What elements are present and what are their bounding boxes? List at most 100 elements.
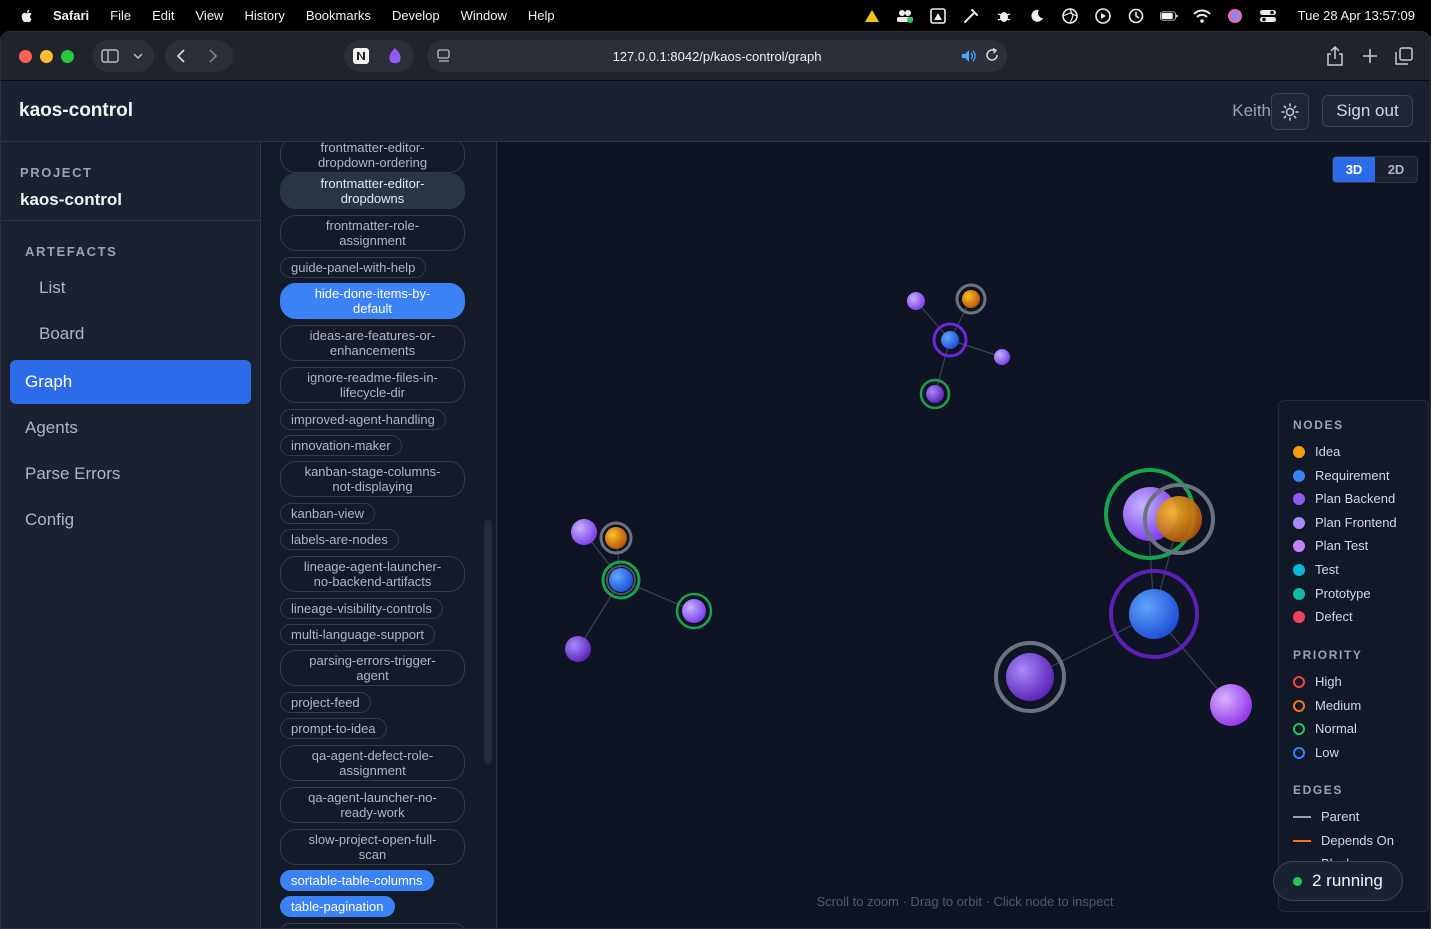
artefact-chip[interactable]: multi-language-support bbox=[280, 624, 435, 645]
control-center-icon[interactable] bbox=[1259, 8, 1277, 24]
back-arrow-icon[interactable] bbox=[165, 49, 197, 63]
chip-label-line: enhancements bbox=[329, 343, 416, 358]
graph-node[interactable] bbox=[1210, 684, 1252, 726]
artefact-chip[interactable]: slow-project-open-full-scan bbox=[280, 829, 465, 865]
artefact-chip[interactable]: improved-agent-handling bbox=[280, 409, 446, 430]
list-scrollbar[interactable] bbox=[484, 520, 492, 764]
graph-node[interactable] bbox=[994, 641, 1066, 713]
menubar-clock[interactable]: Tue 28 Apr 13:57:09 bbox=[1298, 8, 1415, 23]
moon-icon[interactable] bbox=[1028, 8, 1046, 24]
close-window-button[interactable] bbox=[19, 49, 32, 63]
artefact-chip-selected[interactable]: table-pagination bbox=[280, 896, 395, 917]
graph-node[interactable] bbox=[1109, 569, 1199, 659]
graph-node[interactable] bbox=[919, 378, 951, 410]
artefact-chip-selected[interactable]: hide-done-items-by-default bbox=[280, 283, 465, 319]
artefact-chip[interactable]: kanban-stage-columns-not-displaying bbox=[280, 461, 465, 497]
artefact-chip[interactable]: prompt-to-idea bbox=[280, 718, 387, 739]
sidebar-item-agents[interactable]: Agents bbox=[10, 406, 251, 450]
time-machine-icon[interactable] bbox=[1127, 8, 1145, 24]
menu-bookmarks[interactable]: Bookmarks bbox=[306, 8, 371, 23]
artefact-chip[interactable]: lineage-visibility-controls bbox=[280, 598, 443, 619]
menu-window[interactable]: Window bbox=[461, 8, 507, 23]
menu-app-name[interactable]: Safari bbox=[53, 8, 89, 23]
graph-node[interactable] bbox=[675, 592, 713, 630]
page-menu-icon[interactable] bbox=[437, 49, 451, 66]
app-header: kaos-control Keith Sign out bbox=[1, 81, 1430, 142]
graph-node[interactable] bbox=[932, 322, 968, 358]
graph-node[interactable] bbox=[565, 636, 591, 662]
people-icon[interactable] bbox=[896, 8, 914, 24]
sidebar-item-list[interactable]: List bbox=[10, 266, 251, 310]
graph-node[interactable] bbox=[571, 519, 597, 545]
siri-icon[interactable] bbox=[1226, 8, 1244, 24]
audio-playing-icon[interactable] bbox=[961, 49, 977, 66]
sidebar-item-parse-errors[interactable]: Parse Errors bbox=[10, 452, 251, 496]
artefact-chip[interactable]: kanban-view bbox=[280, 503, 375, 524]
artefact-chip[interactable] bbox=[280, 923, 465, 928]
graph-node[interactable] bbox=[907, 292, 925, 310]
menu-file[interactable]: File bbox=[110, 8, 131, 23]
new-tab-icon[interactable] bbox=[1362, 48, 1378, 69]
chip-label-line: qa-agent-launcher-no- bbox=[308, 790, 437, 805]
sidebar-toggle-icon[interactable] bbox=[92, 49, 128, 63]
minimize-window-button[interactable] bbox=[40, 49, 53, 63]
artefact-chip[interactable]: frontmatter-role-assignment bbox=[280, 215, 465, 251]
sidebar-item-board[interactable]: Board bbox=[10, 312, 251, 356]
artefact-chip[interactable]: guide-panel-with-help bbox=[280, 257, 427, 278]
tab-overview-icon[interactable] bbox=[1395, 47, 1413, 70]
menu-edit[interactable]: Edit bbox=[152, 8, 174, 23]
artefact-chip[interactable]: innovation-maker bbox=[280, 435, 402, 456]
apple-logo-icon[interactable] bbox=[19, 8, 35, 24]
artefact-chip[interactable]: ideas-are-features-or-enhancements bbox=[280, 325, 465, 361]
artefact-chip[interactable]: project-feed bbox=[280, 692, 371, 713]
artefact-chip[interactable]: ignore-readme-files-in-lifecycle-dir bbox=[280, 367, 465, 403]
forward-arrow-icon[interactable] bbox=[197, 49, 229, 63]
graph-node[interactable] bbox=[994, 349, 1010, 365]
purple-extension-icon[interactable] bbox=[378, 47, 412, 65]
artefact-chip-selected[interactable]: frontmatter-editor-dropdowns bbox=[280, 173, 465, 209]
battery-icon[interactable] bbox=[1159, 8, 1178, 24]
artefact-chip-selected[interactable]: sortable-table-columns bbox=[280, 870, 434, 891]
view-2d-button[interactable]: 2D bbox=[1375, 157, 1417, 182]
graph-node[interactable] bbox=[601, 560, 641, 600]
reload-icon[interactable] bbox=[985, 47, 999, 65]
artefact-chip[interactable]: qa-agent-launcher-no-ready-work bbox=[280, 787, 465, 823]
sidebar-item-config[interactable]: Config bbox=[10, 498, 251, 542]
graph-canvas[interactable]: 3D 2D NODES Idea Requirement Plan Backen… bbox=[498, 142, 1430, 928]
artefact-chip[interactable]: qa-agent-defect-role-assignment bbox=[280, 745, 465, 781]
wifi-icon[interactable] bbox=[1192, 8, 1211, 24]
sign-out-button[interactable]: Sign out bbox=[1322, 95, 1413, 127]
legend-nodes-heading: NODES bbox=[1293, 418, 1344, 432]
legend-label: Defect bbox=[1315, 609, 1353, 624]
menu-view[interactable]: View bbox=[196, 8, 224, 23]
app-title[interactable]: kaos-control bbox=[19, 100, 133, 122]
chevron-down-icon[interactable] bbox=[128, 53, 148, 59]
warning-icon[interactable] bbox=[863, 8, 881, 24]
legend-swatch bbox=[1293, 492, 1305, 505]
chip-label-line: hide-done-items-by- bbox=[314, 286, 431, 301]
tools-icon[interactable] bbox=[962, 8, 980, 24]
menu-develop[interactable]: Develop bbox=[392, 8, 440, 23]
menu-help[interactable]: Help bbox=[528, 8, 555, 23]
chip-label-line: ready-work bbox=[340, 805, 405, 820]
artefact-chip[interactable]: frontmatter-editor-dropdown-ordering bbox=[280, 142, 465, 173]
legend-swatch bbox=[1293, 722, 1305, 735]
artefact-chip[interactable]: labels-are-nodes bbox=[280, 529, 399, 550]
zoom-window-button[interactable] bbox=[61, 49, 74, 63]
menu-history[interactable]: History bbox=[244, 8, 284, 23]
sidebar-item-graph[interactable]: Graph bbox=[10, 360, 251, 404]
share-icon[interactable] bbox=[1326, 45, 1344, 71]
graph-node[interactable] bbox=[955, 283, 987, 315]
theme-toggle-button[interactable] bbox=[1271, 93, 1309, 130]
address-bar[interactable]: 127.0.0.1:8042/p/kaos-control/graph bbox=[427, 40, 1007, 72]
view-3d-button[interactable]: 3D bbox=[1333, 157, 1375, 182]
graph-controls-hint: Scroll to zoom · Drag to orbit · Click n… bbox=[816, 894, 1114, 909]
bug-icon[interactable] bbox=[995, 8, 1013, 24]
aperture-icon[interactable] bbox=[1061, 7, 1079, 24]
image-capture-icon[interactable] bbox=[929, 7, 947, 24]
play-icon[interactable] bbox=[1094, 7, 1112, 24]
notion-extension-icon[interactable] bbox=[344, 47, 378, 65]
artefact-chip[interactable]: parsing-errors-trigger-agent bbox=[280, 650, 465, 686]
artefact-chip[interactable]: lineage-agent-launcher-no-backend-artifa… bbox=[280, 556, 465, 592]
graph-node[interactable] bbox=[599, 521, 633, 555]
